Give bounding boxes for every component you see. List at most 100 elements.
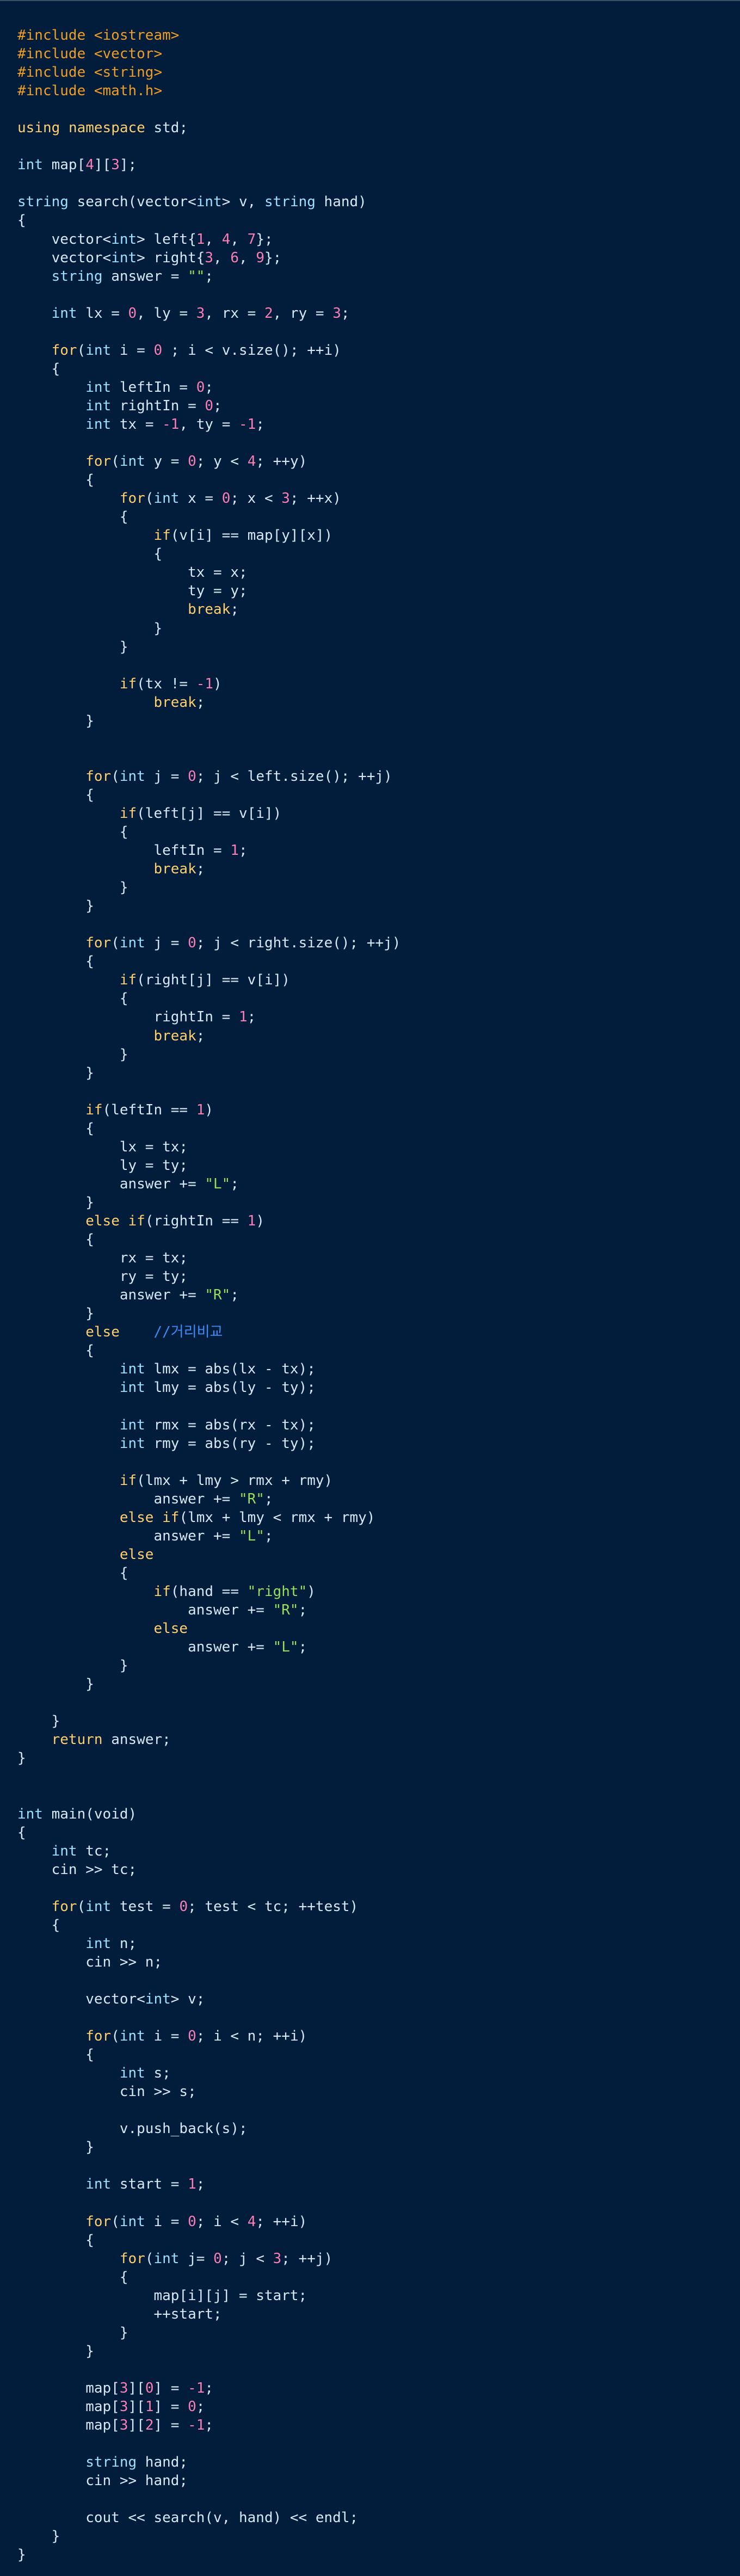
code-line: ry = ty; <box>17 1267 400 1286</box>
code-token: ; <box>230 601 239 618</box>
code-token: if <box>119 675 137 692</box>
code-line: { <box>17 786 400 804</box>
code-token: ; <box>298 1639 307 1656</box>
code-token: , ry = <box>273 305 333 322</box>
code-token: else <box>85 1213 120 1229</box>
code-line: int rightIn = 0; <box>17 397 400 415</box>
code-line: } <box>17 2138 400 2156</box>
code-token: ( <box>111 2028 120 2045</box>
code-line: } <box>17 1712 400 1730</box>
code-token: map[ <box>42 157 86 174</box>
code-token: , <box>213 249 231 266</box>
code-token: { <box>17 1564 128 1581</box>
code-token: 0 <box>179 1898 188 1915</box>
code-token: ; <box>341 305 350 322</box>
code-token: ; x < <box>230 490 282 507</box>
code-line: for(int y = 0; y < 4; ++y) <box>17 452 400 471</box>
code-token: rightIn = <box>17 1009 239 1026</box>
code-line: int lmy = abs(ly - ty); <box>17 1378 400 1397</box>
code-line: } <box>17 1749 400 1767</box>
code-token: "" <box>188 268 205 285</box>
code-token: int <box>119 2065 145 2082</box>
code-token: } <box>17 2547 26 2563</box>
code-line: } <box>17 2324 400 2342</box>
code-line: string search(vector<int> v, string hand… <box>17 193 400 211</box>
code-token: (left[j] == v[i]) <box>137 805 282 822</box>
code-line: int leftIn = 0; <box>17 378 400 397</box>
code-token: ; <box>205 268 214 285</box>
code-token: 3 <box>273 2250 282 2267</box>
code-line: } <box>17 2546 400 2564</box>
code-token: tx = <box>111 416 163 433</box>
code-line: int rmx = abs(rx - tx); <box>17 1416 400 1434</box>
code-token: 0 <box>221 490 231 507</box>
code-token: ; <box>298 1601 307 1618</box>
code-token: ; test < tc; ++test) <box>188 1898 359 1915</box>
code-token: string <box>51 268 103 285</box>
code-line: } <box>17 638 400 656</box>
code-token: "L" <box>273 1639 299 1656</box>
code-line: for(int i = 0; i < n; ++i) <box>17 2027 400 2045</box>
code-token: int <box>85 2176 112 2193</box>
code-token: y = <box>145 453 188 470</box>
code-token: 6 <box>230 249 239 266</box>
code-line: break; <box>17 693 400 712</box>
code-line: { <box>17 1823 400 1842</box>
code-token: map[ <box>17 2399 120 2415</box>
code-token: } <box>17 898 94 915</box>
code-line: answer += "L"; <box>17 1527 400 1545</box>
code-token: answer += <box>17 1639 273 1656</box>
code-line: tx = x; <box>17 563 400 582</box>
code-token: ] = <box>153 2417 188 2434</box>
code-token: 1 <box>239 1009 248 1026</box>
code-token: map[i][j] = start; <box>17 2287 307 2304</box>
code-token: answer += <box>17 1490 239 1507</box>
code-line: int tc; <box>17 1842 400 1860</box>
code-token: (lmx + lmy < rmx + rmy) <box>179 1509 375 1526</box>
code-token: { <box>17 1824 26 1841</box>
code-token: start = <box>111 2176 188 2193</box>
code-line: using namespace std; <box>17 119 400 137</box>
code-token: 1 <box>247 1213 256 1229</box>
code-line: } <box>17 1675 400 1693</box>
code-token: , <box>205 231 222 248</box>
code-token: ] = <box>153 2399 188 2415</box>
code-token: } <box>17 2324 128 2341</box>
code-token: 3 <box>281 490 290 507</box>
code-token: -1 <box>188 2417 205 2434</box>
code-token: int <box>111 231 137 248</box>
code-editor[interactable]: #include <iostream> #include <vector> #inc… <box>0 0 740 2576</box>
code-token: -1 <box>239 416 256 433</box>
code-token: 4 <box>247 2213 256 2230</box>
code-line: map[i][j] = start; <box>17 2287 400 2305</box>
code-token: , <box>230 231 248 248</box>
code-token: search(vector< <box>68 194 196 211</box>
code-token: { <box>17 990 128 1007</box>
code-block[interactable]: #include <iostream> #include <vector> #inc… <box>17 26 400 2564</box>
code-token: "R" <box>239 1490 264 1507</box>
code-token: ; j < right.size(); ++j) <box>196 935 401 952</box>
code-token: { <box>17 509 128 526</box>
code-token: for <box>85 768 112 785</box>
code-token: rx = tx; <box>17 1250 188 1267</box>
code-token: int <box>85 397 112 414</box>
code-token: > right{ <box>137 249 205 266</box>
code-token: 0 <box>213 2250 222 2267</box>
code-token: ++start; <box>17 2306 222 2322</box>
